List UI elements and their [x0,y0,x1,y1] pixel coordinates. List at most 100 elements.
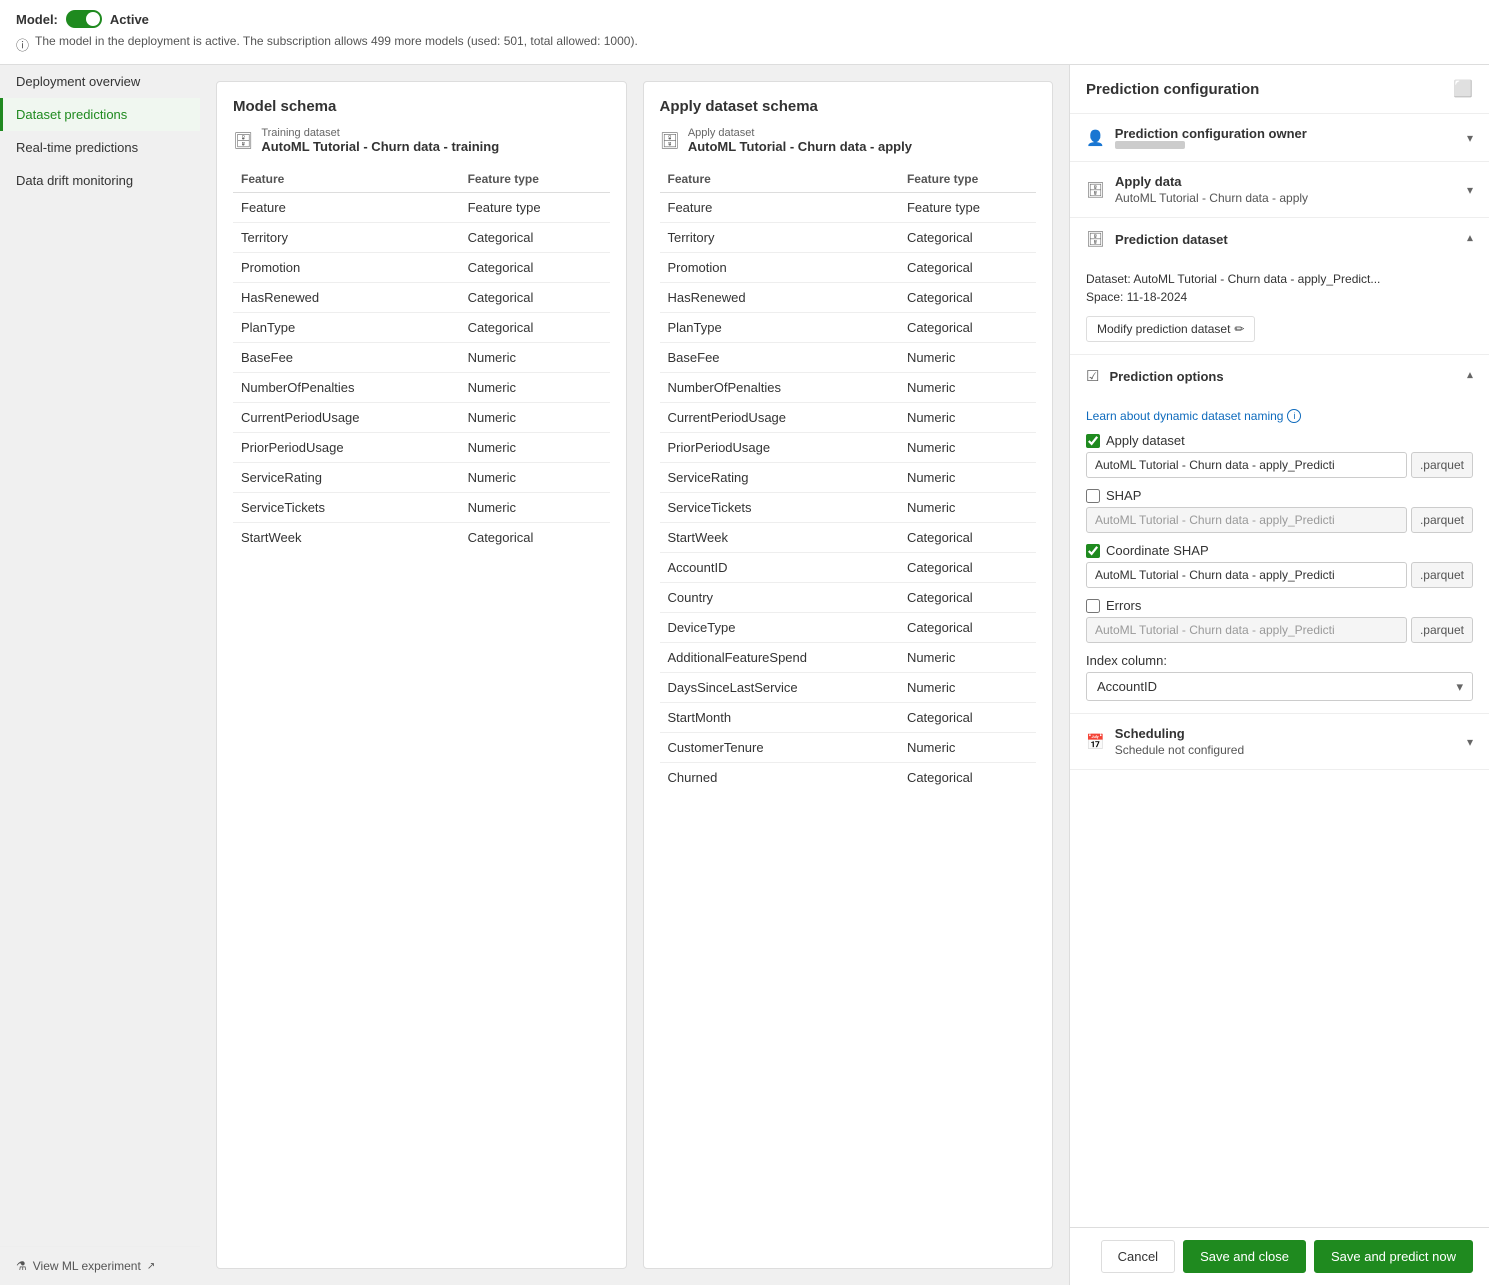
cancel-button[interactable]: Cancel [1101,1240,1175,1273]
feature-cell: PlanType [660,313,899,343]
feature-type-cell: Categorical [460,223,610,253]
database-icon: 🗄 [233,131,253,151]
external-link-icon: ↗ [147,1261,155,1272]
owner-chevron-icon[interactable]: ▾ [1467,131,1473,145]
feature-cell: Promotion [660,253,899,283]
table-row: CustomerTenureNumeric [660,733,1037,763]
sidebar-nav: Deployment overview Dataset predictions … [0,65,200,1246]
prediction-options-chevron-icon[interactable]: ▾ [1467,369,1473,383]
errors-suffix: .parquet [1411,617,1473,643]
coordinate-shap-option: Coordinate SHAP .parquet [1086,543,1473,588]
apply-dataset-suffix: .parquet [1411,452,1473,478]
feature-type-cell: Numeric [899,463,1036,493]
sidebar-item-deployment-overview[interactable]: Deployment overview [0,65,200,98]
apply-feature-header: Feature [660,166,899,193]
scheduling-chevron-icon[interactable]: ▾ [1467,735,1473,749]
owner-section-header[interactable]: 👤 Prediction configuration owner ▾ [1070,114,1489,161]
errors-checkbox[interactable] [1086,599,1100,613]
coordinate-shap-checkbox[interactable] [1086,544,1100,558]
edit-icon: ✏ [1234,322,1244,336]
apply-schema-panel: Apply dataset schema 🗄 Apply dataset Aut… [643,81,1054,1269]
prediction-dataset-line2: Space: 11-18-2024 [1086,290,1473,304]
model-schema-panel: Model schema 🗄 Training dataset AutoML T… [216,81,627,1269]
save-close-button[interactable]: Save and close [1183,1240,1306,1273]
index-column-select[interactable]: AccountID [1086,672,1473,701]
training-dataset-name: AutoML Tutorial - Churn data - training [261,139,499,154]
feature-cell: AdditionalFeatureSpend [660,643,899,673]
feature-type-cell: Numeric [460,493,610,523]
feature-type-cell: Numeric [899,643,1036,673]
feature-type-cell: Feature type [899,193,1036,223]
model-feature-header: Feature [233,166,460,193]
feature-type-cell: Categorical [460,283,610,313]
apply-schema-title: Apply dataset schema [660,98,1037,115]
table-row: PlanTypeCategorical [233,313,610,343]
feature-cell: Feature [233,193,460,223]
info-text: The model in the deployment is active. T… [35,34,638,48]
table-row: DeviceTypeCategorical [660,613,1037,643]
errors-input[interactable] [1086,617,1407,643]
prediction-dataset-header[interactable]: 🗄 Prediction dataset ▾ [1070,218,1489,260]
prediction-dataset-title: Prediction dataset [1115,232,1467,247]
learn-info-icon: i [1287,409,1301,423]
scheduling-section-header[interactable]: 📅 Scheduling Schedule not configured ▾ [1070,714,1489,769]
config-header: Prediction configuration ⬜ [1070,65,1489,114]
feature-cell: AccountID [660,553,899,583]
config-header-title: Prediction configuration [1086,81,1259,98]
model-status: Active [110,12,149,27]
view-ml-experiment-link[interactable]: ⚗ View ML experiment ↗ [16,1259,184,1273]
feature-type-cell: Categorical [899,553,1036,583]
save-predict-button[interactable]: Save and predict now [1314,1240,1473,1273]
feature-type-cell: Numeric [899,733,1036,763]
table-row: CurrentPeriodUsageNumeric [660,403,1037,433]
table-row: CurrentPeriodUsageNumeric [233,403,610,433]
apply-feature-type-header: Feature type [899,166,1036,193]
feature-cell: ServiceRating [233,463,460,493]
scheduling-subtitle: Schedule not configured [1115,743,1467,757]
apply-data-section: 🗄 Apply data AutoML Tutorial - Churn dat… [1070,162,1489,218]
feature-type-cell: Categorical [899,283,1036,313]
flask-icon: ⚗ [16,1259,27,1273]
coordinate-shap-input[interactable] [1086,562,1407,588]
prediction-options-header[interactable]: ☑ Prediction options ▾ [1070,355,1489,397]
shap-input[interactable] [1086,507,1407,533]
feature-type-cell: Categorical [899,313,1036,343]
collapse-panel-icon[interactable]: ⬜ [1453,79,1473,99]
apply-data-section-header[interactable]: 🗄 Apply data AutoML Tutorial - Churn dat… [1070,162,1489,217]
sidebar-item-realtime-predictions[interactable]: Real-time predictions [0,131,200,164]
learn-link[interactable]: Learn about dynamic dataset naming i [1086,409,1473,423]
feature-type-cell: Categorical [460,523,610,553]
checkbox-icon: ☑ [1086,367,1099,385]
feature-cell: NumberOfPenalties [660,373,899,403]
shap-checkbox[interactable] [1086,489,1100,503]
apply-dataset-option: Apply dataset .parquet [1086,433,1473,478]
feature-type-cell: Categorical [899,583,1036,613]
feature-type-cell: Numeric [899,433,1036,463]
model-toggle[interactable] [66,10,102,28]
feature-type-cell: Numeric [460,433,610,463]
apply-dataset-checkbox[interactable] [1086,434,1100,448]
apply-schema-table: Feature Feature type FeatureFeature type… [660,166,1037,792]
sidebar-item-data-drift-monitoring[interactable]: Data drift monitoring [0,164,200,197]
prediction-dataset-icon: 🗄 [1086,230,1105,248]
apply-dataset-name: AutoML Tutorial - Churn data - apply [688,139,912,154]
feature-cell: StartMonth [660,703,899,733]
feature-type-cell: Numeric [460,463,610,493]
modify-label: Modify prediction dataset [1097,322,1230,336]
right-panel: Prediction configuration ⬜ 👤 Prediction … [1069,65,1489,1285]
coordinate-shap-option-label: Coordinate SHAP [1106,543,1209,558]
feature-type-cell: Numeric [460,343,610,373]
person-icon: 👤 [1086,129,1105,147]
content-area: Model schema 🗄 Training dataset AutoML T… [200,65,1069,1285]
feature-cell: ServiceRating [660,463,899,493]
feature-type-cell: Numeric [460,403,610,433]
owner-section-title: Prediction configuration owner [1115,126,1467,141]
modify-prediction-dataset-button[interactable]: Modify prediction dataset ✏ [1086,316,1255,342]
sidebar-item-dataset-predictions[interactable]: Dataset predictions [0,98,200,131]
table-row: CountryCategorical [660,583,1037,613]
prediction-dataset-chevron-icon[interactable]: ▾ [1467,232,1473,246]
feature-type-cell: Categorical [899,613,1036,643]
table-row: BaseFeeNumeric [233,343,610,373]
apply-dataset-input[interactable] [1086,452,1407,478]
apply-data-chevron-icon[interactable]: ▾ [1467,183,1473,197]
